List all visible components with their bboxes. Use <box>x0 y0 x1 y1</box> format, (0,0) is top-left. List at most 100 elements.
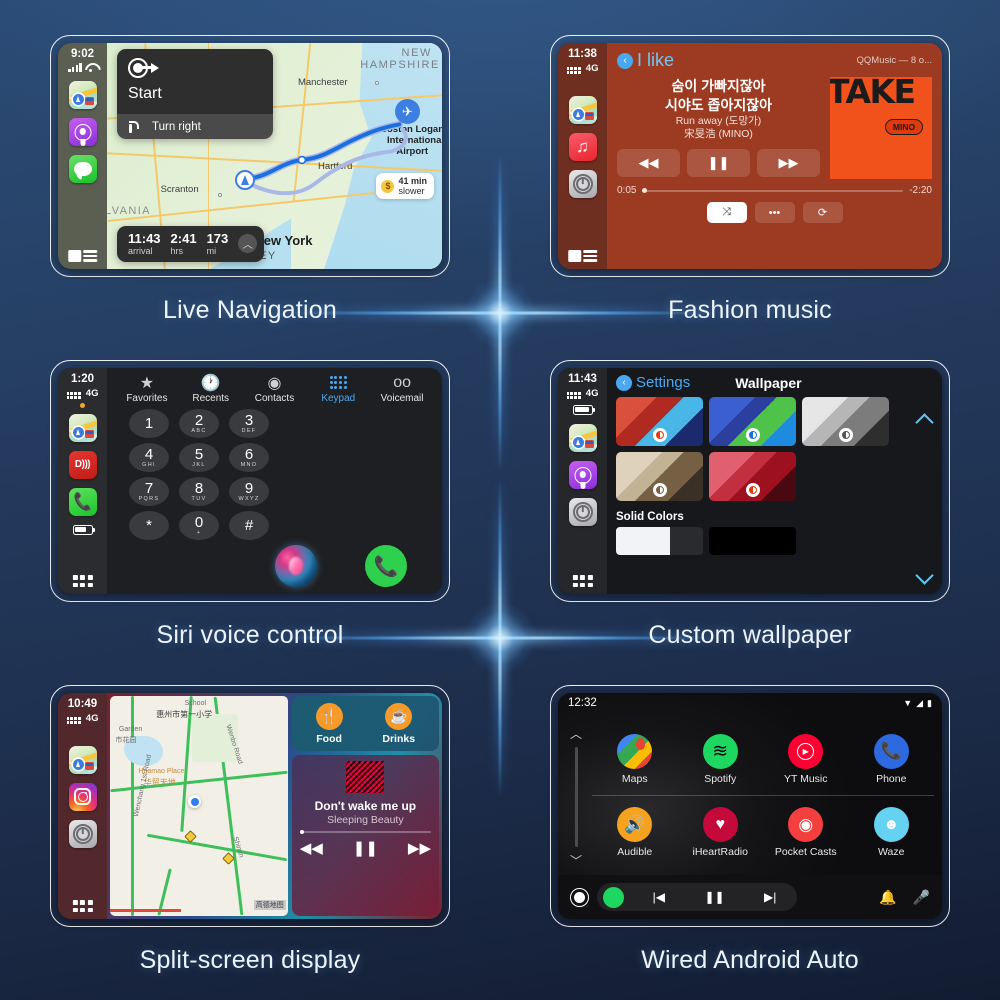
messages-icon[interactable] <box>68 154 97 183</box>
carplay-sidebar-music[interactable]: 11:38 4G ♫ <box>558 43 607 269</box>
chevron-down-icon[interactable] <box>916 569 933 586</box>
maps-icon[interactable] <box>568 423 597 452</box>
media-control-pill[interactable]: |◀ ❚❚ ▶| <box>597 883 797 911</box>
app-launcher-grid[interactable]: Maps ≋ Spotify ▶ YT Music 📞 Phone 🔊 Audi… <box>592 723 934 869</box>
maps-icon[interactable] <box>68 413 97 442</box>
key-1[interactable]: 1 <box>129 409 169 438</box>
wallpaper-thumb-red[interactable] <box>709 452 796 501</box>
tab-recents[interactable]: 🕐 Recents <box>179 373 243 405</box>
key-8[interactable]: 8 TUV <box>179 477 219 506</box>
pause-icon[interactable]: ❚❚ <box>694 890 736 904</box>
carplay-sidebar-phone[interactable]: 1:20 4G D))) 📞 <box>58 368 107 594</box>
quick-drinks[interactable]: ☕ Drinks <box>382 703 415 745</box>
key-6[interactable]: 6 MNO <box>229 443 269 472</box>
solid-color-black[interactable] <box>709 527 796 555</box>
pause-button[interactable]: ❚❚ <box>687 149 750 178</box>
app-waze[interactable]: ☻ Waze <box>857 807 925 858</box>
app-maps[interactable]: Maps <box>601 733 669 785</box>
settings-icon[interactable] <box>568 497 597 526</box>
key-9[interactable]: 9 WXYZ <box>229 477 269 506</box>
app-phone[interactable]: 📞 Phone <box>857 733 925 785</box>
call-button[interactable]: 📞 <box>365 545 407 587</box>
tab-voicemail[interactable]: oo Voicemail <box>370 373 434 405</box>
chevron-up-icon[interactable]: ︿ <box>570 725 582 742</box>
previous-icon[interactable]: |◀ <box>638 890 680 904</box>
wallpaper-thumbnail-grid[interactable] <box>616 397 934 501</box>
key-4[interactable]: 4 GHI <box>129 443 169 472</box>
key-5[interactable]: 5 JKL <box>179 443 219 472</box>
progress-bar[interactable] <box>642 188 904 193</box>
key-2[interactable]: 2 ABC <box>179 409 219 438</box>
tab-favorites[interactable]: ★ Favorites <box>115 373 179 405</box>
split-map-pane[interactable]: School 惠州市第一小学 Garden 市花园 Huamao Place 华… <box>110 696 288 916</box>
quick-suggestions-widget[interactable]: 🍴 Food ☕ Drinks <box>291 696 439 751</box>
app-grid-button[interactable] <box>572 575 593 587</box>
quick-food[interactable]: 🍴 Food <box>315 703 343 745</box>
scroll-arrows[interactable] <box>911 412 937 586</box>
bell-icon[interactable]: 🔔 <box>879 889 896 906</box>
eta-card[interactable]: 11:43 arrival 2:41 hrs 173 mi ︿ <box>117 225 265 262</box>
chevron-down-icon[interactable]: ﹀ <box>570 852 582 869</box>
tab-contacts[interactable]: ◉ Contacts <box>243 373 307 405</box>
progress-row[interactable]: 0:05 -2:20 <box>617 185 932 196</box>
key-hash[interactable]: # <box>229 511 269 540</box>
spotify-icon[interactable] <box>603 886 624 908</box>
navigation-map[interactable]: NEW HAMPSHIRE Manchester Boston Logan In… <box>107 43 442 269</box>
maps-icon[interactable] <box>68 745 97 774</box>
rewind-button[interactable]: ◀◀ <box>617 149 680 178</box>
dab-radio-icon[interactable]: D))) <box>68 450 97 479</box>
app-audible[interactable]: 🔊 Audible <box>601 807 669 858</box>
podcasts-icon[interactable] <box>68 117 97 146</box>
wallpaper-thumb-gray[interactable] <box>802 397 889 446</box>
carplay-sidebar-split[interactable]: 10:49 4G <box>58 693 107 919</box>
back-button[interactable]: ‹ I like <box>617 50 674 71</box>
key-star[interactable]: * <box>129 511 169 540</box>
sidebar-dashboard-button[interactable] <box>567 250 598 262</box>
tab-keypad[interactable]: Keypad <box>306 373 370 404</box>
dial-keypad[interactable]: 1 2 ABC 3 DEF 4 GHI 5 JKL 6 MNO 7 PQRS 8 TUV 9W… <box>129 409 442 540</box>
alternate-route-chip[interactable]: $ 41 min slower <box>376 173 434 200</box>
shuffle-button[interactable]: ⤨ <box>706 202 747 223</box>
direction-card[interactable]: Start Turn right <box>117 49 273 139</box>
next-icon[interactable]: ▶| <box>749 890 791 904</box>
fast-forward-button[interactable]: ▶▶ <box>757 149 820 178</box>
settings-icon[interactable] <box>68 819 97 848</box>
app-iheartradio[interactable]: ♥ iHeartRadio <box>686 807 754 858</box>
mic-icon[interactable]: 🎤 <box>913 889 930 906</box>
page-scroll-rail[interactable]: ︿ ﹀ <box>565 725 587 869</box>
fast-forward-button[interactable]: ▶▶ <box>408 839 431 857</box>
chevron-up-icon[interactable] <box>916 412 933 429</box>
app-yt-music[interactable]: ▶ YT Music <box>772 733 840 785</box>
android-bottom-bar[interactable]: |◀ ❚❚ ▶| 🔔 🎤 <box>558 875 942 919</box>
more-options-button[interactable]: ••• <box>754 202 795 223</box>
siri-orb[interactable] <box>275 545 317 587</box>
rewind-button[interactable]: ◀◀ <box>300 839 323 857</box>
chevron-up-icon[interactable]: ︿ <box>238 234 258 254</box>
maps-icon[interactable] <box>68 80 97 109</box>
pause-button[interactable]: ❚❚ <box>353 839 378 857</box>
carplay-sidebar-wallpaper[interactable]: 11:43 4G <box>558 368 607 594</box>
solid-colors-row[interactable] <box>616 527 934 555</box>
progress-bar[interactable] <box>299 830 431 834</box>
app-grid-button[interactable] <box>72 900 93 912</box>
key-0[interactable]: 0 + <box>179 511 219 540</box>
podcasts-icon[interactable] <box>568 460 597 489</box>
home-icon[interactable] <box>570 887 589 907</box>
wallpaper-thumb-red-blue[interactable] <box>616 397 703 446</box>
back-to-settings-button[interactable]: ‹ Settings <box>616 374 690 391</box>
maps-icon[interactable] <box>568 95 597 124</box>
now-playing-widget[interactable]: Don't wake me up Sleeping Beauty ◀◀ ❚❚ ▶… <box>291 755 439 916</box>
sidebar-dashboard-button[interactable] <box>67 250 98 262</box>
phone-tabs[interactable]: ★ Favorites 🕐 Recents ◉ Contacts Keypad … <box>107 368 442 405</box>
settings-icon[interactable] <box>568 169 597 198</box>
app-pocket-casts[interactable]: ◉ Pocket Casts <box>772 807 840 858</box>
wallpaper-thumb-blue-green[interactable] <box>709 397 796 446</box>
scroll-indicator[interactable] <box>574 747 578 847</box>
repeat-button[interactable]: ⟳ <box>802 202 843 223</box>
phone-icon[interactable]: 📞 <box>68 487 97 516</box>
key-3[interactable]: 3 DEF <box>229 409 269 438</box>
app-grid-button[interactable] <box>72 575 93 587</box>
solid-color-white[interactable] <box>616 527 703 555</box>
music-icon[interactable]: ♫ <box>568 132 597 161</box>
wallpaper-thumb-beige[interactable] <box>616 452 703 501</box>
